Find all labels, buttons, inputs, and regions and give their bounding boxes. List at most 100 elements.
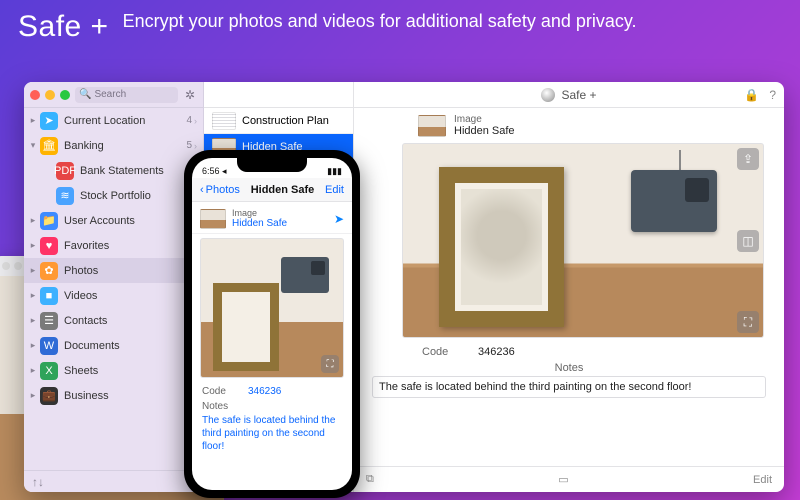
phone-status-icons: ▮▮▮ (327, 166, 342, 177)
sidebar-item-business[interactable]: ▸💼Business› (24, 383, 203, 408)
sidebar-item-videos[interactable]: ▸■Videos› (24, 283, 203, 308)
sort-icon[interactable]: ↑↓ (32, 475, 44, 489)
phone-title: Hidden Safe (251, 184, 315, 196)
sidebar-item-label: Favorites (64, 240, 194, 252)
detail-photo[interactable]: ⇪ ◫ ⛶ (402, 143, 764, 338)
search-icon: 🔍 (79, 89, 91, 100)
sidebar-item-stock-portfolio[interactable]: ≋ Stock Portfolio (24, 183, 203, 208)
notes-field[interactable]: The safe is located behind the third pai… (372, 376, 766, 398)
gear-icon[interactable]: ✲ (183, 88, 197, 102)
sheet-icon: X (40, 362, 58, 380)
detail-type: Image (454, 114, 515, 125)
back-label: Photos (206, 184, 240, 196)
search-input[interactable]: 🔍 Search (75, 87, 178, 103)
sidebar-item-count: 4 (186, 115, 192, 126)
sidebar-item-label: Sheets (64, 365, 194, 377)
window-title: Safe + (561, 88, 596, 102)
notes-label: Notes (354, 360, 784, 376)
sidebar-item-label: Business (64, 390, 194, 402)
sidebar-item-documents[interactable]: ▸WDocuments› (24, 333, 203, 358)
close-icon[interactable] (30, 90, 40, 100)
sidebar-item-current-location[interactable]: ▸➤ Current Location4› (24, 108, 203, 133)
lock-icon[interactable]: 🔒 (744, 88, 759, 102)
phone-thumbnail (200, 209, 226, 229)
phone-edit-button[interactable]: Edit (325, 184, 344, 196)
pdf-icon: PDF (56, 162, 74, 180)
chevron-right-icon: › (194, 116, 197, 126)
phone-code-value: 346236 (248, 386, 281, 397)
users-icon: 📁 (40, 212, 58, 230)
sidebar-item-label: Videos (64, 290, 194, 302)
heart-icon: ♥ (40, 237, 58, 255)
fullscreen-icon[interactable]: ⛶ (737, 311, 759, 333)
sidebar-item-bank-statements[interactable]: PDF Bank Statements (24, 158, 203, 183)
window-titlebar: Safe + 🔒 ? (354, 82, 784, 108)
chevron-right-icon: › (194, 141, 197, 151)
sidebar: 🔍 Search ✲ ▸➤Current Location4›▾🏛Banking… (24, 82, 204, 492)
minimize-icon[interactable] (45, 90, 55, 100)
disclosure-icon[interactable]: ▸ (28, 365, 38, 376)
sidebar-item-label: Bank Statements (80, 165, 197, 177)
contacts-icon: ☰ (40, 312, 58, 330)
doc-icon: W (40, 337, 58, 355)
code-label: Code (422, 346, 462, 358)
edit-button[interactable]: Edit (753, 474, 772, 486)
phone-time: 6:56 ◂ (202, 166, 227, 177)
help-icon[interactable]: ? (769, 88, 776, 102)
share-icon[interactable]: ⇪ (737, 148, 759, 170)
crop-icon[interactable]: ◫ (737, 230, 759, 252)
sidebar-item-label: Contacts (64, 315, 194, 327)
sidebar-item-banking[interactable]: ▾🏛 Banking5› (24, 133, 203, 158)
detail-name: Hidden Safe (454, 125, 515, 137)
phone-photo[interactable]: ⛶ (200, 238, 344, 378)
stocks-icon: ≋ (56, 187, 74, 205)
sidebar-item-sheets[interactable]: ▸XSheets› (24, 358, 203, 383)
phone-name: Hidden Safe (232, 218, 328, 229)
location-icon: ➤ (40, 112, 58, 130)
disclosure-icon[interactable]: ▸ (28, 390, 38, 401)
sidebar-item-contacts[interactable]: ▸☰Contacts› (24, 308, 203, 333)
zoom-icon[interactable] (60, 90, 70, 100)
app-icon (541, 88, 555, 102)
detail-pane: Safe + 🔒 ? Image Hidden Safe ⇪ (354, 82, 784, 492)
phone-type: Image (232, 208, 328, 218)
disclosure-icon[interactable]: ▸ (28, 215, 38, 226)
video-icon: ■ (40, 287, 58, 305)
list-item[interactable]: Construction Plan (204, 108, 353, 134)
photos-icon: ✿ (40, 262, 58, 280)
sidebar-item-photos[interactable]: ▸✿Photos› (24, 258, 203, 283)
sidebar-item-label: Documents (64, 340, 194, 352)
back-button[interactable]: ‹ Photos (200, 184, 240, 196)
phone-notes-value: The safe is located behind the third pai… (192, 412, 352, 459)
briefcase-icon: 💼 (40, 387, 58, 405)
archive-icon[interactable]: ▭ (558, 473, 568, 486)
detail-thumbnail (418, 115, 446, 137)
disclosure-icon[interactable]: ▸ (28, 265, 38, 276)
item-label: Construction Plan (242, 115, 329, 127)
phone-fullscreen-icon[interactable]: ⛶ (321, 355, 339, 373)
sidebar-item-count: 5 (186, 140, 192, 151)
disclosure-icon[interactable]: ▸ (28, 290, 38, 301)
phone-notes-label: Notes (192, 399, 352, 412)
sidebar-item-label: Photos (64, 265, 194, 277)
code-value: 346236 (478, 346, 515, 358)
disclosure-icon[interactable]: ▸ (28, 315, 38, 326)
disclosure-icon[interactable]: ▾ (28, 140, 38, 151)
copy-icon[interactable]: ⧉ (366, 473, 374, 486)
sidebar-item-label: Current Location (64, 115, 186, 127)
disclosure-icon[interactable]: ▸ (28, 340, 38, 351)
sidebar-item-favorites[interactable]: ▸♥Favorites› (24, 233, 203, 258)
sidebar-item-user-accounts[interactable]: ▸📁User Accounts› (24, 208, 203, 233)
app-name: Safe + (18, 10, 109, 44)
window-controls[interactable] (30, 90, 70, 100)
phone-mockup: 6:56 ◂ ▮▮▮ ‹ Photos Hidden Safe Edit Ima… (184, 150, 360, 498)
sidebar-item-label: Banking (64, 140, 186, 152)
item-thumbnail (212, 112, 236, 130)
sidebar-item-label: Stock Portfolio (80, 190, 197, 202)
phone-code-label: Code (202, 386, 236, 397)
main-window: 🔍 Search ✲ ▸➤Current Location4›▾🏛Banking… (24, 82, 784, 492)
disclosure-icon[interactable]: ▸ (28, 240, 38, 251)
bank-icon: 🏛 (40, 137, 58, 155)
disclosure-icon[interactable]: ▸ (28, 115, 38, 126)
location-icon[interactable]: ➤ (334, 212, 344, 226)
